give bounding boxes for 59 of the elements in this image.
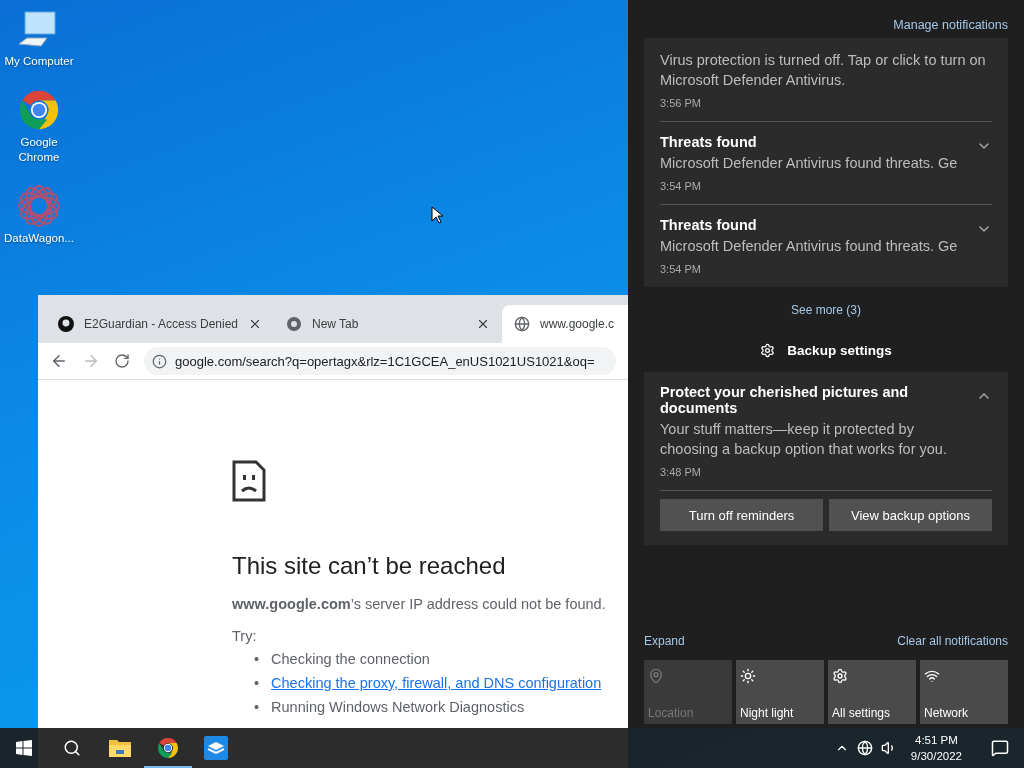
notification-title: Protect your cherished pictures and documents: [660, 384, 910, 416]
quick-action-tile[interactable]: Network: [920, 660, 1008, 724]
group-header: Backup settings: [787, 343, 892, 358]
folder-icon: [108, 738, 132, 758]
desktop-icon-label[interactable]: My Computer: [1, 54, 77, 69]
notification-body: Your stuff matters—keep it protected by choosing a backup option that works for you.: [660, 420, 948, 459]
bullet: •: [254, 675, 260, 691]
notification-action-button[interactable]: Turn off reminders: [660, 499, 823, 531]
close-icon[interactable]: [248, 317, 262, 331]
browser-tab[interactable]: www.google.c: [502, 305, 628, 343]
notification-time: 3:56 PM: [660, 97, 702, 109]
back-icon[interactable]: [50, 352, 68, 370]
settings-icon: [760, 343, 776, 358]
reload-icon[interactable]: [114, 353, 130, 369]
suggestion-text: Checking the connection: [271, 650, 430, 668]
notification-time: 3:54 PM: [660, 180, 702, 192]
notification-body: Microsoft Defender Antivirus found threats. Ge: [660, 154, 959, 173]
speech-bubble-icon: [991, 739, 1009, 757]
manage-notifications-link[interactable]: Manage notifications: [893, 18, 1008, 32]
quick-action-tile[interactable]: All settings: [828, 660, 916, 724]
quick-action-tile[interactable]: Night light: [736, 660, 824, 724]
close-icon[interactable]: [476, 317, 490, 331]
settings-icon: [832, 668, 848, 684]
notification-title: Threats found: [660, 134, 758, 150]
error-message: www.google.com’s server IP address could not be found.: [232, 596, 606, 612]
suggestion-link[interactable]: Checking the proxy, firewall, and DNS configuration: [271, 674, 602, 692]
notification-body: Virus protection is turned off. Tap or click to turn on Microsoft Defender Antivirus.: [660, 51, 987, 90]
address-bar[interactable]: google.com/search?q=opertagx&rlz=1C1GCEA_enUS1021US1021&oq=: [144, 347, 616, 375]
clock[interactable]: 4:51 PM 9/30/2022: [904, 732, 968, 764]
mouse-pointer-icon: [431, 206, 443, 224]
desktop-icon-label[interactable]: DataWagon...: [1, 231, 77, 246]
globe-icon[interactable]: [856, 740, 873, 756]
see-more-link[interactable]: See more (3): [791, 303, 861, 317]
expand-link[interactable]: Expand: [644, 634, 685, 648]
globe-icon: [514, 316, 530, 332]
error-heading: This site can’t be reached: [232, 552, 506, 580]
sad-page-icon: [232, 460, 266, 502]
bullet: •: [254, 699, 260, 715]
suggestion-text: Running Windows Network Diagnostics: [271, 698, 525, 716]
windows-logo-icon: [16, 740, 32, 756]
search-icon: [63, 739, 81, 757]
notification-time: 3:54 PM: [660, 263, 702, 275]
sun-icon: [740, 668, 756, 684]
browser-tab[interactable]: New Tab: [274, 305, 502, 343]
browser-tab[interactable]: E2Guardian - Access Denied: [46, 305, 274, 343]
notification-time: 3:48 PM: [660, 466, 702, 478]
network-icon: [924, 668, 940, 684]
info-icon[interactable]: [152, 353, 167, 369]
bullet: •: [254, 651, 260, 667]
box-app-icon: [204, 736, 228, 760]
location-icon: [648, 668, 664, 684]
clear-all-link[interactable]: Clear all notifications: [897, 634, 1008, 648]
notification-action-button[interactable]: View backup options: [829, 499, 992, 531]
url-text: google.com/search?q=opertagx&rlz=1C1GCEA_enUS1021US1021&oq=: [175, 353, 595, 369]
notification-body: Microsoft Defender Antivirus found threats. Ge: [660, 237, 959, 256]
try-label: Try:: [232, 628, 257, 644]
flower-pattern-icon: [16, 183, 62, 229]
desktop-icon-label[interactable]: Google Chrome: [1, 135, 77, 165]
notification-title: Threats found: [660, 217, 758, 233]
